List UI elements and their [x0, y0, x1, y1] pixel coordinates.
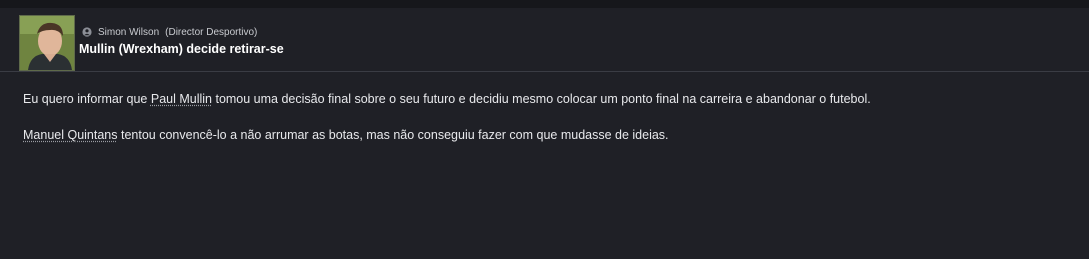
staff-link-manuel-quintans[interactable]: Manuel Quintans: [23, 128, 118, 142]
sender-name[interactable]: Simon Wilson: [98, 27, 159, 38]
para2-text-after: tentou convencê-lo a não arrumar as bota…: [117, 128, 669, 142]
player-link-paul-mullin[interactable]: Paul Mullin: [151, 92, 212, 106]
top-strip: [0, 0, 1089, 8]
sender-role: (Director Desportivo): [165, 26, 258, 38]
player-photo: [20, 16, 74, 70]
news-message-view: Simon Wilson (Director Desportivo) Mulli…: [0, 0, 1089, 259]
message-body: Eu quero informar que Paul Mullin tomou …: [23, 90, 1073, 144]
para1-text-after: tomou uma decisão final sobre o seu futu…: [212, 92, 871, 106]
message-paragraph-1: Eu quero informar que Paul Mullin tomou …: [23, 90, 1073, 108]
sender-line: Simon Wilson (Director Desportivo): [82, 25, 257, 39]
message-title: Mullin (Wrexham) decide retirar-se: [79, 42, 284, 56]
person-icon: [82, 27, 92, 37]
header-divider: [0, 71, 1089, 72]
para1-text-before: Eu quero informar que: [23, 92, 151, 106]
avatar[interactable]: [19, 15, 75, 71]
message-header: Simon Wilson (Director Desportivo) Mulli…: [0, 8, 1089, 72]
message-paragraph-2: Manuel Quintans tentou convencê-lo a não…: [23, 126, 1073, 144]
